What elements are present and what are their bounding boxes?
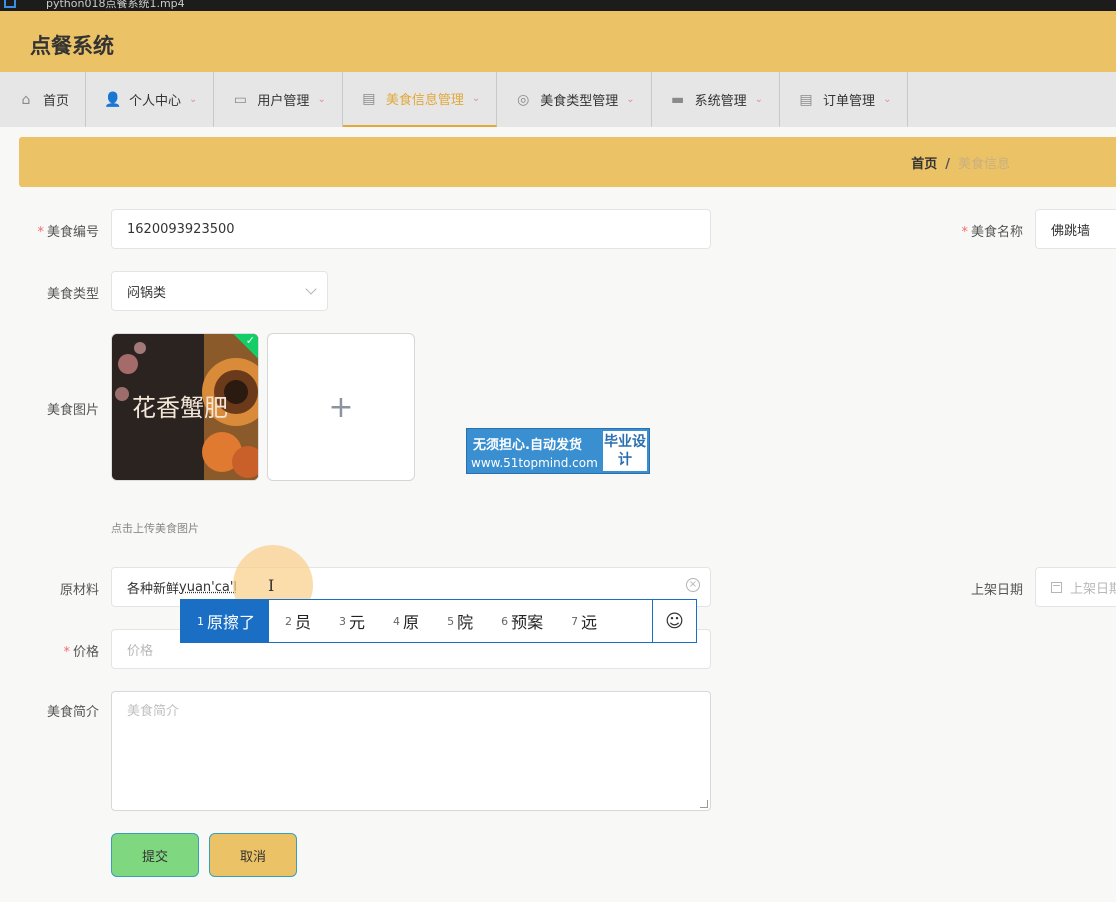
food-name-label: * 美食名称: [961, 225, 1023, 240]
window-titlebar: python018点餐系统1.mp4: [0, 0, 1116, 11]
chevron-down-icon: ⌄: [754, 94, 764, 105]
compass-icon: ◎: [517, 91, 530, 108]
food-type-select[interactable]: 闷锅类: [111, 271, 328, 311]
top-nav: ⌂ 首页 👤 个人中心 ⌄ ▭ 用户管理 ⌄ ▤ 美食信息管理 ⌄ ◎ 美食类型管理 ⌄ ▬ 系统管理 ⌄ ▤ 订单…: [0, 72, 1116, 127]
ime-candidate-text: 原: [403, 613, 420, 632]
food-code-input[interactable]: 1620093923500: [111, 209, 711, 249]
ime-candidate-text: 元: [349, 613, 366, 632]
resize-handle[interactable]: [700, 800, 708, 808]
ime-candidate[interactable]: 4原: [377, 600, 431, 642]
ime-candidate[interactable]: 3元: [323, 600, 377, 642]
chevron-down-icon: [305, 283, 317, 295]
intro-label: 美食简介: [46, 705, 99, 720]
nav-item-6[interactable]: ▤ 订单管理 ⌄: [780, 72, 909, 127]
nav-item-label: 订单管理: [823, 94, 876, 109]
check-icon: ✓: [245, 334, 255, 347]
ime-candidate[interactable]: 5院: [431, 600, 485, 642]
upload-image-button[interactable]: +: [267, 333, 415, 481]
window-title: python018点餐系统1.mp4: [46, 0, 185, 10]
ime-candidate-number: 6: [501, 614, 509, 628]
ingredients-label: 原材料: [59, 583, 99, 598]
nav-item-4[interactable]: ◎ 美食类型管理 ⌄: [497, 72, 652, 127]
intro-placeholder: 美食简介: [127, 704, 180, 719]
nav-item-label: 用户管理: [257, 94, 310, 109]
nav-item-label: 美食信息管理: [385, 93, 464, 108]
listing-date-placeholder: 上架日期: [1070, 581, 1116, 597]
nav-item-label: 美食类型管理: [540, 94, 619, 109]
text-cursor-icon: I: [268, 576, 275, 595]
emoji-icon[interactable]: ☺: [652, 600, 696, 642]
price-label: * 价格: [63, 645, 99, 660]
ime-candidate-text: 远: [581, 613, 598, 632]
chevron-down-icon: ⌄: [626, 94, 635, 105]
breadcrumb: 首页 / 美食信息: [911, 153, 1010, 172]
chevron-down-icon: ⌄: [471, 93, 481, 104]
ime-candidate-bar: 1 原擦了 2 员 3 元 4 原 5 院 6 预案 7 远 ☺: [180, 599, 697, 643]
breadcrumb-home[interactable]: 首页: [911, 157, 937, 172]
nav-item-5[interactable]: ▬ 系统管理 ⌄: [652, 72, 781, 127]
food-photo: 花香蟹肥: [112, 334, 258, 480]
uploaded-food-image[interactable]: 花香蟹肥 ✓: [111, 333, 259, 481]
watermark-line1: 无须担心.自动发货: [473, 438, 582, 453]
window-icon: [4, 0, 16, 8]
ime-candidate-text: 院: [457, 613, 474, 632]
ime-composition-text: yuan'ca'l: [179, 579, 238, 595]
ime-candidate[interactable]: 2员: [269, 600, 323, 642]
ime-candidate-number: 1: [197, 614, 204, 628]
document-icon: ▤: [799, 91, 813, 108]
chat-icon: ▭: [233, 91, 248, 108]
food-type-value: 闷锅类: [127, 285, 167, 301]
ime-candidate-number: 4: [393, 614, 401, 628]
chevron-down-icon: ⌄: [883, 94, 892, 105]
clipboard-icon: ▤: [362, 90, 376, 107]
ingredients-value: 各种新鲜: [127, 581, 180, 597]
listing-date-label: 上架日期: [970, 583, 1023, 598]
nav-item-1[interactable]: 👤 个人中心 ⌄: [86, 72, 215, 127]
ime-candidate-number: 5: [447, 614, 455, 628]
home-icon: ⌂: [21, 91, 31, 108]
watermark-badge: 毕业设计: [603, 431, 647, 471]
clear-icon[interactable]: ×: [686, 578, 700, 592]
ime-candidate-number: 2: [285, 614, 293, 628]
chevron-down-icon: ⌄: [317, 94, 326, 105]
intro-textarea[interactable]: 美食简介: [111, 691, 711, 811]
ime-candidate[interactable]: 6 预案: [485, 600, 555, 642]
food-type-label: 美食类型: [46, 287, 99, 302]
upload-tip: 点击上传美食图片: [111, 522, 199, 535]
food-photo-caption: 花香蟹肥: [132, 394, 228, 422]
ime-candidate[interactable]: 1 原擦了: [181, 600, 270, 642]
watermark-line2: www.51topmind.com: [471, 456, 598, 470]
ime-candidate-text: 原擦了: [207, 613, 256, 632]
nav-item-label: 系统管理: [694, 94, 747, 109]
user-icon: 👤: [104, 91, 122, 108]
food-code-label: * 美食编号: [37, 225, 99, 240]
watermark-banner: 无须担心.自动发货 www.51topmind.com 毕业设计: [466, 428, 650, 474]
nav-item-0[interactable]: ⌂ 首页: [0, 72, 87, 127]
nav-item-3[interactable]: ▤ 美食信息管理 ⌄: [342, 72, 498, 127]
nav-item-2[interactable]: ▭ 用户管理 ⌄: [214, 72, 343, 127]
ime-candidate-text: 预案: [511, 613, 544, 632]
breadcrumb-current: 美食信息: [957, 157, 1010, 172]
app-header: 点餐系统: [0, 11, 1116, 72]
listing-date-input[interactable]: 上架日期: [1035, 567, 1116, 607]
food-image-label: 美食图片: [46, 403, 99, 418]
submit-button[interactable]: 提交: [111, 833, 199, 877]
app-title: 点餐系统: [30, 34, 114, 58]
breadcrumb-separator: /: [945, 157, 950, 172]
calendar-icon: [1051, 581, 1062, 593]
ime-candidate-number: 7: [571, 614, 579, 628]
ime-candidate-text: 员: [295, 613, 312, 632]
breadcrumb-bar: 首页 / 美食信息: [19, 137, 1116, 187]
plus-icon: +: [328, 389, 354, 425]
ime-candidate[interactable]: 7远: [555, 600, 609, 642]
food-name-input[interactable]: 佛跳墙: [1035, 209, 1116, 249]
cancel-button[interactable]: 取消: [209, 833, 297, 877]
nav-item-label: 首页: [43, 94, 70, 109]
ime-candidate-number: 3: [339, 614, 347, 628]
chevron-down-icon: ⌄: [189, 94, 198, 105]
message-icon: ▬: [671, 91, 685, 108]
nav-item-label: 个人中心: [129, 94, 182, 109]
